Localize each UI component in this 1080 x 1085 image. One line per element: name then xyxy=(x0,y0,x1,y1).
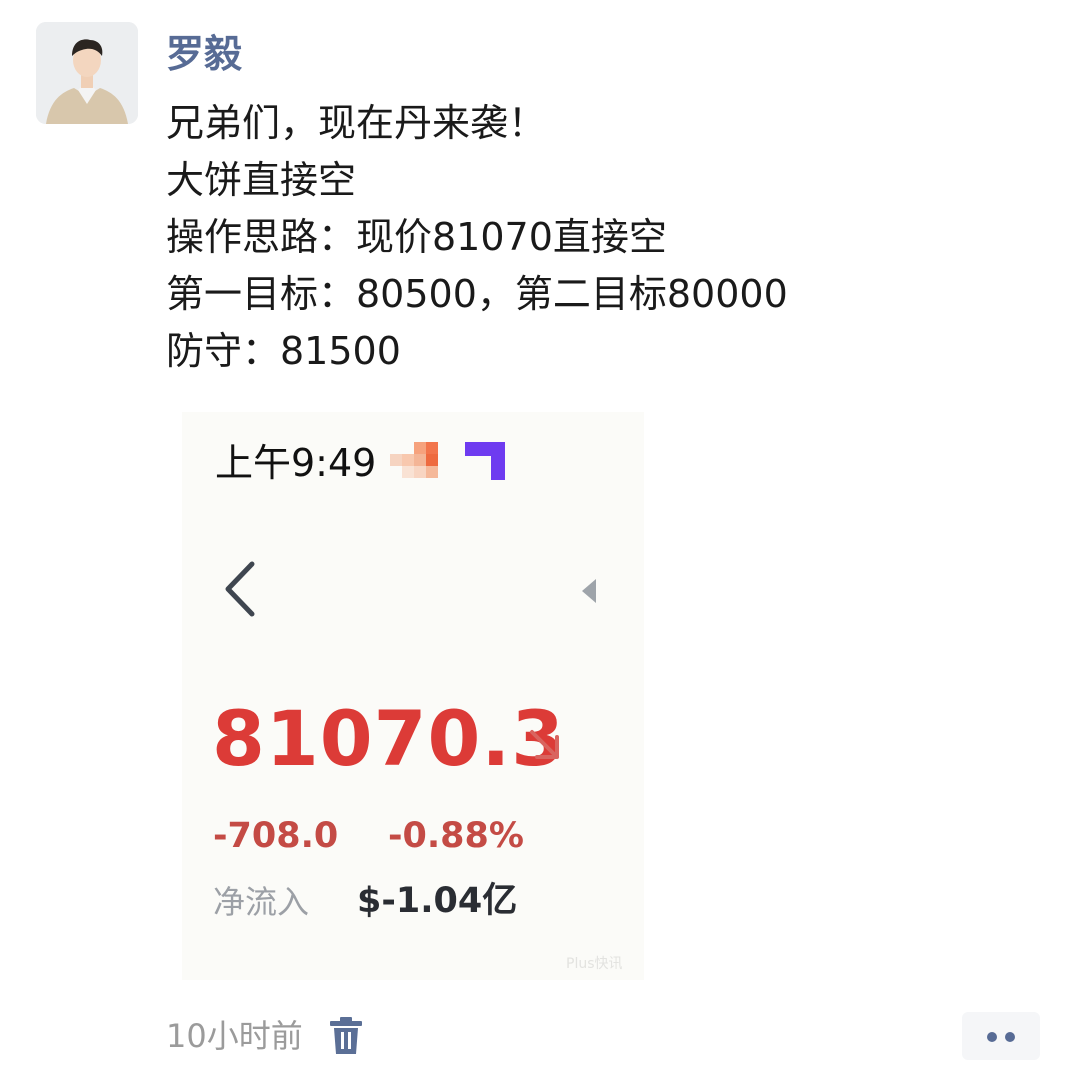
post-line: 第一目标：80500，第二目标80000 xyxy=(166,272,788,316)
person-photo-icon xyxy=(36,22,138,124)
attached-screenshot[interactable]: 上午9:49 81070.3 -708.0 -0.88% 净流入 $-1.04亿… xyxy=(182,412,644,980)
more-dots-icon xyxy=(987,1032,997,1042)
post-line: 大饼直接空 xyxy=(166,158,357,202)
post-line: 操作思路：现价81070直接空 xyxy=(166,215,667,259)
avatar[interactable] xyxy=(36,22,138,124)
arrow-down-right-icon xyxy=(530,730,559,759)
app-notification-icon xyxy=(465,442,505,480)
watermark: Plus快讯 xyxy=(566,956,623,972)
post-line: 防守：81500 xyxy=(166,329,401,373)
more-options-button[interactable] xyxy=(962,1012,1040,1060)
net-inflow-label: 净流入 xyxy=(213,883,310,921)
net-inflow-value: $-1.04亿 xyxy=(357,881,518,921)
status-time: 上午9:49 xyxy=(215,441,377,485)
price-value: 81070.3 xyxy=(212,694,566,783)
change-percent: -0.88% xyxy=(388,816,524,856)
trash-icon[interactable] xyxy=(328,1016,364,1056)
post-line: 兄弟们，现在丹来袭！ xyxy=(166,101,547,145)
post-text: 兄弟们，现在丹来袭！ 大饼直接空 操作思路：现价81070直接空 第一目标：80… xyxy=(166,95,1046,380)
triangle-left-icon[interactable] xyxy=(578,576,602,606)
post-timestamp: 10小时前 xyxy=(166,1017,303,1055)
change-absolute: -708.0 xyxy=(213,816,339,856)
more-dots-icon xyxy=(1005,1032,1015,1042)
chevron-left-icon[interactable] xyxy=(220,560,260,618)
author-name[interactable]: 罗毅 xyxy=(166,28,242,80)
blurred-notification-icon xyxy=(390,442,438,478)
